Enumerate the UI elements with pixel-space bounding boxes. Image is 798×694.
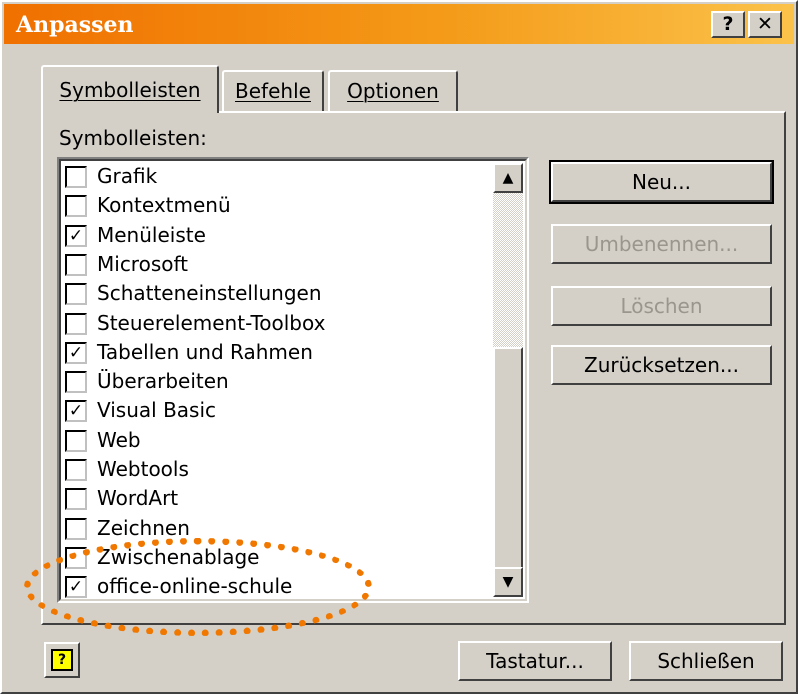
reset-button-label: Zurücksetzen...: [584, 353, 739, 377]
list-item[interactable]: Überarbeiten: [65, 368, 485, 397]
list-item-label: Zeichnen: [97, 515, 190, 540]
checkbox[interactable]: [65, 459, 87, 481]
tab-optionen[interactable]: Optionen: [328, 70, 458, 111]
list-item-label: Kontextmenü: [97, 193, 231, 218]
new-button-label: Neu...: [631, 170, 691, 194]
list-item[interactable]: Webtools: [65, 456, 485, 485]
list-item[interactable]: Steuerelement-Toolbox: [65, 310, 485, 339]
tab-symbolleisten[interactable]: Symbolleisten: [41, 65, 219, 113]
list-item[interactable]: ✓ Visual Basic: [65, 397, 485, 426]
checkbox[interactable]: [65, 312, 87, 335]
tab-label: Befehle: [235, 79, 311, 103]
list-item-label: Menüleiste: [97, 222, 206, 247]
checkbox[interactable]: [65, 371, 87, 394]
list-item[interactable]: Kontextmenü: [65, 192, 485, 221]
list-item-label: Webtools: [97, 457, 189, 481]
rename-button-label: Umbenennen...: [584, 232, 739, 256]
checkbox[interactable]: [65, 195, 87, 218]
context-help-button[interactable]: ?: [711, 11, 745, 38]
dialog-title: Anpassen: [16, 12, 134, 38]
customize-dialog: Anpassen ? ✕ Symbolleisten Befehle Optio…: [0, 0, 798, 694]
list-item-label: Grafik: [97, 164, 158, 188]
checkbox[interactable]: ✓: [65, 224, 87, 247]
list-item-label: Microsoft: [97, 251, 189, 276]
list-item-label: office-online-schule: [97, 574, 293, 599]
list-item[interactable]: Web: [65, 427, 485, 456]
tab-label: Symbolleisten: [59, 78, 201, 102]
list-item[interactable]: WordArt: [65, 485, 485, 514]
list-item[interactable]: Zeichnen: [65, 515, 485, 544]
toolbars-label: Symbolleisten:: [59, 126, 207, 150]
list-item-label: Schatteneinstellungen: [97, 281, 322, 306]
delete-button[interactable]: Löschen: [551, 286, 772, 326]
rename-button[interactable]: Umbenennen...: [551, 224, 772, 264]
keyboard-button-label: Tastatur...: [486, 649, 584, 673]
checkbox[interactable]: ✓: [65, 341, 87, 364]
tab-befehle[interactable]: Befehle: [222, 70, 324, 111]
close-button[interactable]: ✕: [748, 11, 782, 38]
list-item[interactable]: ✓ office-online-schule: [65, 573, 485, 601]
checkbox[interactable]: [65, 283, 87, 306]
list-border: Grafik Kontextmenü ✓ Menüleiste Microsoft Sch…: [59, 159, 527, 601]
list-item-label: WordArt: [97, 486, 179, 511]
checkbox[interactable]: [65, 546, 87, 569]
new-button[interactable]: Neu...: [549, 160, 774, 204]
list-item-label: Steuerelement-Toolbox: [97, 310, 326, 335]
list-item-label: Überarbeiten: [97, 369, 229, 394]
list-item[interactable]: Grafik: [65, 163, 485, 192]
checkbox[interactable]: ✓: [65, 400, 87, 423]
list-item[interactable]: ✓ Menüleiste: [65, 222, 485, 251]
scroll-thumb[interactable]: [493, 347, 523, 575]
checkbox[interactable]: [65, 517, 87, 540]
list-item[interactable]: Schatteneinstellungen: [65, 280, 485, 309]
help-button[interactable]: ?: [44, 642, 80, 678]
toolbars-list[interactable]: Grafik Kontextmenü ✓ Menüleiste Microsoft Sch…: [57, 157, 529, 603]
list-item[interactable]: Zwischenablage: [65, 544, 485, 573]
checkbox[interactable]: ✓: [65, 576, 87, 599]
scroll-up-button[interactable]: ▲: [493, 163, 523, 193]
delete-button-label: Löschen: [620, 294, 703, 318]
reset-button[interactable]: Zurücksetzen...: [551, 345, 772, 385]
list-item[interactable]: ✓ Tabellen und Rahmen: [65, 339, 485, 368]
checkbox[interactable]: [65, 253, 87, 276]
title-bar[interactable]: Anpassen ? ✕: [4, 4, 794, 44]
tab-label: Optionen: [347, 79, 439, 103]
list-item-label: Tabellen und Rahmen: [97, 339, 313, 364]
question-mark-icon: ?: [51, 649, 73, 671]
vertical-scrollbar[interactable]: ▲ ▼: [493, 163, 523, 597]
scroll-down-button[interactable]: ▼: [493, 567, 523, 597]
list-item-label: Visual Basic: [97, 398, 217, 423]
close-dialog-button-label: Schließen: [657, 649, 755, 673]
list-item-label: Web: [97, 427, 141, 452]
checkbox[interactable]: [65, 429, 87, 452]
list-item[interactable]: Microsoft: [65, 251, 485, 280]
list-item-label: Zwischenablage: [97, 544, 260, 569]
keyboard-button[interactable]: Tastatur...: [458, 641, 612, 681]
checkbox[interactable]: [65, 166, 87, 188]
close-dialog-button[interactable]: Schließen: [629, 641, 783, 681]
checkbox[interactable]: [65, 488, 87, 511]
